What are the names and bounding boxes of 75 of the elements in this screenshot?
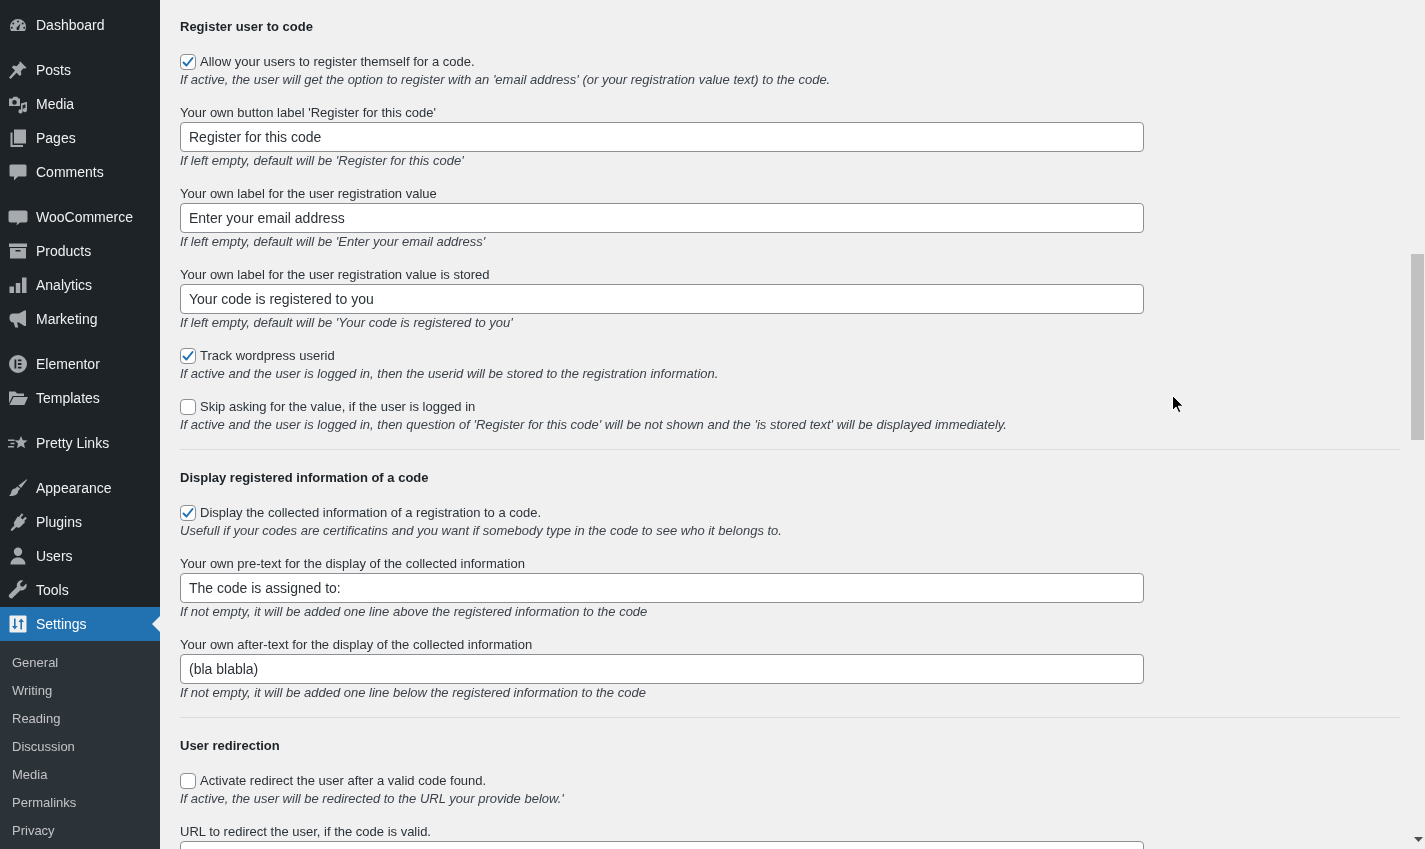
checkbox-label: Allow your users to register themself for a code. <box>200 53 475 71</box>
field-description: If left empty, default will be 'Your code is registered to you' <box>180 314 514 332</box>
sliders-icon <box>8 614 28 634</box>
field-description: If active and the user is logged in, then the userid will be stored to the registration information. <box>180 365 720 383</box>
text-field[interactable]: (bla blabla) <box>180 654 1144 684</box>
menu-item[interactable]: Users <box>0 539 160 573</box>
field-description: If active and the user is logged in, then question of 'Register for this code' will be not shown and the 'is stored text' will be displayed immediately. <box>180 416 1008 434</box>
checkbox-label: Skip asking for the value, if the user is logged in <box>200 398 476 416</box>
field-description: If left empty, default will be 'Register for this code' <box>180 152 465 170</box>
checkbox-label: Activate redirect the user after a valid code found. <box>200 772 487 790</box>
checkbox-label: Track wordpress userid <box>200 347 335 365</box>
submenu-item[interactable]: Reading <box>0 704 160 732</box>
section-heading: Display registered information of a code <box>180 469 430 487</box>
user-icon <box>8 546 28 566</box>
field-label: Your own after-text for the display of the collected information <box>180 636 534 654</box>
submenu-item[interactable]: Privacy <box>0 816 160 844</box>
section-heading: User redirection <box>180 737 281 755</box>
menu-item[interactable]: Plugins <box>0 505 160 539</box>
scrollbar-thumb[interactable] <box>1411 254 1424 440</box>
menu-item[interactable]: Marketing <box>0 302 160 336</box>
submenu-item[interactable]: Media <box>0 760 160 788</box>
submenu-item[interactable]: Writing <box>0 676 160 704</box>
field-label: Your own label for the user registration value <box>180 185 438 203</box>
menu-item[interactable]: Templates <box>0 381 160 415</box>
field-description: Usefull if your codes are certificatins and you want if somebody type in the code to see who it belongs to. <box>180 522 783 540</box>
text-field[interactable]: The code is assigned to: <box>180 573 1144 603</box>
megaphone-icon <box>8 309 28 329</box>
speech-bubble-icon <box>8 162 28 182</box>
mouse-pointer-icon <box>1172 395 1184 413</box>
pages-icon <box>8 128 28 148</box>
checkbox[interactable] <box>180 773 196 789</box>
checkbox[interactable] <box>180 399 196 415</box>
field-description: If not empty, it will be added one line above the registered information to the code <box>180 603 649 621</box>
pushpin-icon <box>8 60 28 80</box>
field-label: URL to redirect the user, if the code is valid. <box>180 823 432 841</box>
field-label: Your own button label 'Register for this code' <box>180 104 437 122</box>
field-label: Your own label for the user registration value is stored <box>180 266 491 284</box>
field-description: If active, the user will get the option to register with an 'email address' (or your registration value text) to the code. <box>180 71 832 89</box>
field-description: If active, the user will be redirected to the URL your provide below.' <box>180 790 565 808</box>
menu-item[interactable]: WooCommerce <box>0 200 160 234</box>
section-heading: Register user to code <box>180 18 314 36</box>
text-field[interactable]: Your code is registered to you <box>180 284 1144 314</box>
menu-item[interactable]: Settings <box>0 607 160 641</box>
menu-item[interactable]: Analytics <box>0 268 160 302</box>
field-description: If not empty, it will be added one line below the registered information to the code <box>180 684 647 702</box>
text-field[interactable]: Register for this code <box>180 122 1144 152</box>
menu-item[interactable]: Dashboard <box>0 8 160 42</box>
menu-item[interactable]: Pretty Links <box>0 426 160 460</box>
scroll-down-arrow-icon[interactable] <box>1414 837 1423 842</box>
bar-chart-icon <box>8 275 28 295</box>
submenu-item[interactable]: Permalinks <box>0 788 160 816</box>
menu-item[interactable]: Comments <box>0 155 160 189</box>
field-description: If left empty, default will be 'Enter your email address' <box>180 233 487 251</box>
circle-bars-icon <box>8 354 28 374</box>
checkbox[interactable] <box>180 348 196 364</box>
submenu-item[interactable]: Discussion <box>0 732 160 760</box>
submenu-item[interactable]: General <box>0 648 160 676</box>
menu-item[interactable]: Tools <box>0 573 160 607</box>
archive-box-icon <box>8 241 28 261</box>
checkbox-label: Display the collected information of a registration to a code. <box>200 504 542 522</box>
checkbox[interactable] <box>180 54 196 70</box>
menu-item[interactable]: Pages <box>0 121 160 155</box>
menu-item[interactable]: Products <box>0 234 160 268</box>
wrench-icon <box>8 580 28 600</box>
checkbox[interactable] <box>180 505 196 521</box>
menu-item[interactable]: Elementor <box>0 347 160 381</box>
plug-icon <box>8 512 28 532</box>
field-label: Your own pre-text for the display of the collected information <box>180 555 526 573</box>
menu-item[interactable]: Posts <box>0 53 160 87</box>
triangle-pointer-icon <box>152 616 160 632</box>
camera-music-icon <box>8 94 28 114</box>
paintbrush-icon <box>8 478 28 498</box>
text-field[interactable]: Enter your email address <box>180 203 1144 233</box>
menu-item[interactable]: Appearance <box>0 471 160 505</box>
menu-item[interactable]: Media <box>0 87 160 121</box>
